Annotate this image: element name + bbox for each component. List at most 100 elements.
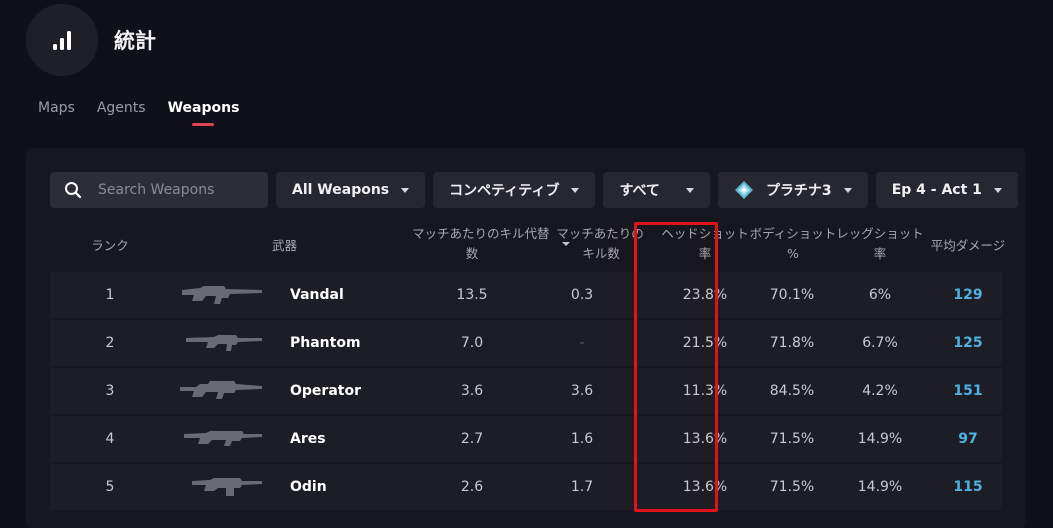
table-row[interactable]: 2 Phantom 7.0 - 21.5% 71.8% 6.7% 125 [50, 320, 1002, 366]
col-kills-line2: 数 [465, 246, 479, 261]
kills-cell: 2.6 [460, 479, 484, 495]
rank-cell: 2 [105, 335, 115, 351]
chevron-down-icon [993, 187, 1002, 193]
mode-dropdown[interactable]: コンペティティブ [433, 172, 596, 208]
alt-kills-cell: 3.6 [570, 383, 594, 399]
col-kills[interactable]: マッチあたりのキル代替 数 [412, 224, 550, 264]
col-bodyshot[interactable]: ボディショット % [743, 224, 843, 264]
rank-cell: 3 [105, 383, 115, 399]
rank-label: プラチナ3 [765, 183, 832, 199]
alt-kills-cell: 1.7 [570, 479, 594, 495]
tab-weapons[interactable]: Weapons [168, 100, 240, 126]
col-leg-line1: レッグショット [836, 226, 924, 241]
damage-cell: 115 [953, 479, 983, 495]
col-legshot[interactable]: レッグショット 率 [830, 224, 930, 264]
table-row[interactable]: 5 Odin 2.6 1.7 13.6% 71.5% 14.9% 115 [50, 464, 1002, 510]
chevron-down-icon [571, 187, 580, 193]
table-row[interactable]: 3 Operator 3.6 3.6 11.3% 84.5% 4.2% 151 [50, 368, 1002, 414]
platinum-rank-icon [734, 181, 753, 199]
rank-dropdown[interactable]: プラチナ3 [717, 172, 868, 208]
legshot-cell: 14.9% [857, 479, 903, 495]
headshot-cell: 23.8% [682, 287, 728, 303]
table-row[interactable]: 4 Ares 2.7 1.6 13.6% 71.5% 14.9% 97 [50, 416, 1002, 462]
bodyshot-cell: 71.8% [769, 335, 815, 351]
col-damage[interactable]: 平均ダメージ [918, 226, 1018, 266]
table-row[interactable]: 1 Vandal 13.5 0.3 23.8% 70.1% 6% 129 [50, 272, 1002, 318]
legshot-cell: 14.9% [857, 431, 903, 447]
stats-panel: All Weapons コンペティティブ すべて プラチナ3 Ep 4 - Ac… [26, 148, 1026, 528]
bodyshot-cell: 70.1% [769, 287, 815, 303]
alt-kills-cell: 0.3 [570, 287, 594, 303]
filter-bar: All Weapons コンペティティブ すべて プラチナ3 Ep 4 - Ac… [50, 172, 1018, 208]
tab-bar: Maps Agents Weapons [38, 100, 239, 126]
phantom-weapon-icon [186, 335, 262, 351]
col-hs-line1: ヘッドショット [661, 226, 749, 241]
chevron-down-icon [685, 187, 694, 193]
kills-cell: 13.5 [456, 287, 488, 303]
scope-label: すべて [619, 183, 660, 199]
damage-cell: 125 [953, 335, 983, 351]
col-hs-line2: 率 [698, 246, 712, 261]
col-body-line1: ボディショット [749, 226, 837, 241]
weapon-name: Operator [290, 383, 361, 399]
col-body-line2: % [787, 246, 799, 261]
tab-maps[interactable]: Maps [38, 100, 75, 126]
mode-label: コンペティティブ [449, 183, 560, 199]
chevron-down-icon [401, 187, 410, 193]
col-kills-line1: マッチあたりのキル代替 [412, 226, 550, 241]
table-header: ランク 武器 マッチあたりのキル代替 数 マッチあたりの キル数 ヘッドショット… [50, 224, 1005, 270]
act-label: Ep 4 - Act 1 [891, 182, 982, 198]
weapon-name: Ares [290, 431, 326, 447]
bodyshot-cell: 84.5% [769, 383, 815, 399]
headshot-cell: 11.3% [682, 383, 728, 399]
headshot-cell: 21.5% [682, 335, 728, 351]
page-title: 統計 [114, 29, 156, 53]
legshot-cell: 6.7% [862, 335, 898, 351]
odin-weapon-icon [192, 478, 262, 496]
damage-cell: 129 [953, 287, 983, 303]
kills-cell: 7.0 [460, 335, 484, 351]
weapons-table: 1 Vandal 13.5 0.3 23.8% 70.1% 6% 129 2 P… [50, 272, 1002, 512]
act-dropdown[interactable]: Ep 4 - Act 1 [875, 172, 1018, 208]
scope-dropdown[interactable]: すべて [603, 172, 710, 208]
rank-cell: 1 [105, 287, 115, 303]
search-box[interactable] [50, 172, 268, 208]
weapon-name: Odin [290, 479, 327, 495]
col-leg-line2: 率 [873, 246, 887, 261]
tab-agents[interactable]: Agents [97, 100, 146, 126]
bar-chart-icon [53, 31, 71, 50]
legshot-cell: 4.2% [862, 383, 898, 399]
bodyshot-cell: 71.5% [769, 479, 815, 495]
alt-kills-cell: 1.6 [570, 431, 594, 447]
alt-kills-cell: - [579, 335, 585, 351]
col-alt-kills[interactable]: マッチあたりの キル数 [540, 224, 660, 264]
col-alt-line2: キル数 [582, 246, 620, 261]
weapon-name: Vandal [290, 287, 344, 303]
weapon-type-label: All Weapons [292, 182, 390, 198]
operator-weapon-icon [180, 381, 262, 399]
rank-cell: 4 [105, 431, 115, 447]
weapon-type-dropdown[interactable]: All Weapons [276, 172, 426, 208]
bodyshot-cell: 71.5% [769, 431, 815, 447]
col-rank[interactable]: ランク [80, 226, 140, 266]
chevron-down-icon [843, 187, 852, 193]
weapon-name: Phantom [290, 335, 361, 351]
headshot-cell: 13.6% [682, 479, 728, 495]
damage-cell: 151 [953, 383, 983, 399]
col-headshot[interactable]: ヘッドショット 率 [655, 224, 755, 264]
search-icon [65, 182, 82, 199]
rank-cell: 5 [105, 479, 115, 495]
col-alt-line1: マッチあたりの [556, 226, 644, 241]
kills-cell: 2.7 [460, 431, 484, 447]
ares-weapon-icon [184, 431, 262, 446]
sort-desc-icon [562, 242, 570, 246]
damage-cell: 97 [958, 431, 978, 447]
page-header: 統計 [26, 4, 156, 76]
search-input[interactable] [96, 181, 250, 199]
stats-badge [26, 4, 98, 76]
kills-cell: 3.6 [460, 383, 484, 399]
headshot-cell: 13.6% [682, 431, 728, 447]
col-weapon[interactable]: 武器 [272, 226, 322, 266]
legshot-cell: 6% [868, 287, 892, 303]
vandal-weapon-icon [182, 286, 262, 304]
